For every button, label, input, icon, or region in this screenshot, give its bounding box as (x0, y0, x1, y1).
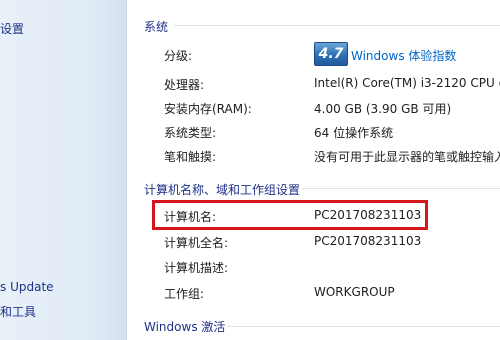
computer-description-label: 计算机描述: (164, 261, 229, 275)
computer-name-highlight-box (152, 200, 428, 230)
sidebar-link-windows-update[interactable]: s Update (0, 280, 54, 294)
windows-experience-index-link[interactable]: Windows 体验指数 (351, 47, 456, 64)
processor-value: Intel(R) Core(TM) i3-2120 CPU @ (314, 76, 500, 90)
ram-value: 4.00 GB (3.90 GB 可用) (314, 102, 452, 116)
workgroup-value: WORKGROUP (314, 285, 395, 299)
processor-label: 处理器: (164, 78, 205, 92)
full-computer-name-value: PC201708231103 (314, 234, 422, 248)
sidebar-link-settings[interactable]: 设置 (0, 22, 24, 36)
section-divider (174, 25, 500, 26)
section-title-system: 系统 (144, 20, 169, 34)
rating-label: 分级: (164, 49, 193, 63)
full-computer-name-label: 计算机全名: (164, 236, 229, 250)
section-divider (227, 326, 500, 327)
pen-touch-label: 笔和触摸: (164, 150, 217, 164)
section-title-computer-name: 计算机名称、域和工作组设置 (144, 183, 301, 197)
sidebar-link-tools[interactable]: 和工具 (0, 305, 36, 319)
system-type-label: 系统类型: (164, 126, 217, 140)
system-properties-panel: 系统 分级: 4.7 Windows 体验指数 处理器: Intel(R) Co… (127, 0, 500, 340)
ram-label: 安装内存(RAM): (164, 102, 252, 116)
left-navigation-pane: 设置 s Update 和工具 (0, 0, 127, 340)
pen-touch-value: 没有可用于此显示器的笔或触控输入 (314, 150, 500, 164)
section-divider (302, 188, 500, 189)
experience-index-badge[interactable]: 4.7 (314, 42, 348, 66)
section-title-activation: Windows 激活 (144, 320, 226, 334)
workgroup-label: 工作组: (164, 287, 205, 301)
system-type-value: 64 位操作系统 (314, 126, 394, 140)
